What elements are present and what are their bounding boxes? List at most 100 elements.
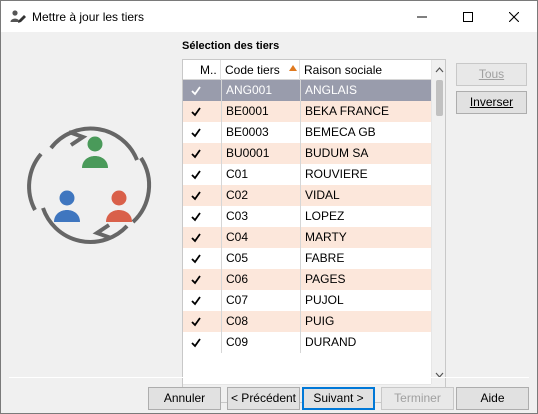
cell-code-tiers: C06 bbox=[221, 269, 300, 290]
cell-code-tiers: BE0001 bbox=[221, 101, 300, 122]
table-row[interactable]: C03 LOPEZ bbox=[183, 206, 431, 227]
invert-selection-button[interactable]: Inverser bbox=[456, 91, 527, 114]
close-button[interactable] bbox=[491, 1, 537, 32]
cell-raison-sociale: BUDUM SA bbox=[300, 143, 431, 164]
row-checkbox[interactable] bbox=[183, 122, 203, 143]
checkmark-icon bbox=[191, 149, 201, 159]
checkmark-icon bbox=[191, 317, 201, 327]
cell-code-tiers: BE0003 bbox=[221, 122, 300, 143]
next-button[interactable]: Suivant > bbox=[302, 387, 375, 410]
checkmark-icon bbox=[191, 233, 201, 243]
table-row[interactable]: C07 PUJOL bbox=[183, 290, 431, 311]
cell-raison-sociale: PUJOL bbox=[300, 290, 431, 311]
column-header-mark[interactable]: M.. bbox=[198, 60, 221, 80]
close-icon bbox=[509, 11, 519, 22]
vertical-scroll-thumb[interactable] bbox=[436, 80, 443, 116]
title-bar: Mettre à jour les tiers bbox=[1, 1, 537, 32]
help-button[interactable]: Aide bbox=[456, 387, 529, 410]
checkmark-icon bbox=[191, 254, 201, 264]
cell-code-tiers: C02 bbox=[221, 185, 300, 206]
person-blue-icon bbox=[59, 190, 75, 206]
users-edit-icon bbox=[10, 9, 26, 23]
cell-raison-sociale: PAGES bbox=[300, 269, 431, 290]
row-checkbox[interactable] bbox=[183, 164, 203, 185]
checkmark-icon bbox=[191, 170, 201, 180]
cell-raison-sociale: BEKA FRANCE bbox=[300, 101, 431, 122]
cancel-button[interactable]: Annuler bbox=[148, 387, 221, 410]
minimize-icon bbox=[417, 16, 427, 17]
table-row[interactable]: BE0003 BEMECA GB bbox=[183, 122, 431, 143]
row-checkbox[interactable] bbox=[183, 248, 203, 269]
select-all-label: Tous bbox=[478, 67, 505, 81]
checkmark-icon bbox=[191, 107, 201, 117]
tiers-grid[interactable]: M.. Code tiers Raison sociale ANG001 ANGL… bbox=[182, 59, 446, 403]
table-row[interactable]: C01 ROUVIERE bbox=[183, 164, 431, 185]
dialog-content: Sélection des tiers › M.. Code tiers Rai… bbox=[1, 32, 537, 413]
scroll-up-icon[interactable] bbox=[432, 63, 446, 77]
maximize-button[interactable] bbox=[445, 1, 491, 32]
row-checkbox[interactable] bbox=[183, 290, 203, 311]
row-checkbox[interactable] bbox=[183, 80, 203, 101]
row-checkbox[interactable] bbox=[183, 143, 203, 164]
column-header-name[interactable]: Raison sociale bbox=[300, 60, 431, 80]
row-checkbox[interactable] bbox=[183, 185, 203, 206]
person-green-icon bbox=[87, 136, 103, 152]
checkmark-icon bbox=[191, 86, 201, 96]
checkmark-icon bbox=[191, 275, 201, 285]
cell-code-tiers: C01 bbox=[221, 164, 300, 185]
table-row[interactable]: C04 MARTY bbox=[183, 227, 431, 248]
cell-code-tiers: C09 bbox=[221, 332, 300, 353]
maximize-icon bbox=[463, 11, 473, 22]
cell-code-tiers: C04 bbox=[221, 227, 300, 248]
table-row[interactable]: C08 PUIG bbox=[183, 311, 431, 332]
cell-raison-sociale: DURAND bbox=[300, 332, 431, 353]
row-checkbox[interactable] bbox=[183, 332, 203, 353]
table-row[interactable]: BE0001 BEKA FRANCE bbox=[183, 101, 431, 122]
minimize-button[interactable] bbox=[399, 1, 445, 32]
table-row[interactable]: ANG001 ANGLAIS bbox=[183, 80, 431, 101]
section-label: Sélection des tiers bbox=[182, 40, 280, 52]
row-checkbox[interactable] bbox=[183, 227, 203, 248]
window-title: Mettre à jour les tiers bbox=[32, 9, 145, 24]
select-all-button[interactable]: Tous bbox=[456, 63, 527, 86]
column-header-code-label: Code tiers bbox=[225, 63, 280, 77]
footer-separator bbox=[9, 377, 529, 378]
table-row[interactable]: C06 PAGES bbox=[183, 269, 431, 290]
person-red-icon bbox=[111, 190, 127, 206]
table-row[interactable]: C05 FABRE bbox=[183, 248, 431, 269]
cell-code-tiers: ANG001 bbox=[221, 80, 300, 101]
checkmark-icon bbox=[191, 191, 201, 201]
previous-button[interactable]: < Précédent bbox=[227, 387, 300, 410]
users-sync-icon bbox=[27, 126, 152, 244]
cell-raison-sociale: FABRE bbox=[300, 248, 431, 269]
cell-raison-sociale: PUIG bbox=[300, 311, 431, 332]
row-checkbox[interactable] bbox=[183, 311, 203, 332]
sort-ascending-icon bbox=[289, 65, 297, 71]
table-row[interactable]: C09 DURAND bbox=[183, 332, 431, 353]
column-header-code[interactable]: Code tiers bbox=[221, 60, 300, 80]
cell-raison-sociale: MARTY bbox=[300, 227, 431, 248]
cell-raison-sociale: ROUVIERE bbox=[300, 164, 431, 185]
vertical-scrollbar[interactable] bbox=[431, 60, 446, 402]
invert-selection-label: Inverser bbox=[469, 95, 514, 109]
row-checkbox[interactable] bbox=[183, 269, 203, 290]
cell-code-tiers: C07 bbox=[221, 290, 300, 311]
grid-header: M.. Code tiers Raison sociale bbox=[183, 60, 431, 80]
table-row[interactable]: BU0001 BUDUM SA bbox=[183, 143, 431, 164]
cell-raison-sociale: VIDAL bbox=[300, 185, 431, 206]
cell-code-tiers: BU0001 bbox=[221, 143, 300, 164]
checkmark-icon bbox=[191, 338, 201, 348]
row-checkbox[interactable] bbox=[183, 101, 203, 122]
row-checkbox[interactable] bbox=[183, 206, 203, 227]
cell-code-tiers: C05 bbox=[221, 248, 300, 269]
scroll-down-icon[interactable] bbox=[432, 368, 446, 382]
checkmark-icon bbox=[191, 212, 201, 222]
table-row[interactable]: C02 VIDAL bbox=[183, 185, 431, 206]
cell-raison-sociale: BEMECA GB bbox=[300, 122, 431, 143]
checkmark-icon bbox=[191, 296, 201, 306]
finish-button[interactable]: Terminer bbox=[381, 387, 454, 410]
checkmark-icon bbox=[191, 128, 201, 138]
dialog-window: Mettre à jour les tiers Sélection des ti… bbox=[0, 0, 538, 414]
cell-code-tiers: C08 bbox=[221, 311, 300, 332]
cell-raison-sociale: LOPEZ bbox=[300, 206, 431, 227]
